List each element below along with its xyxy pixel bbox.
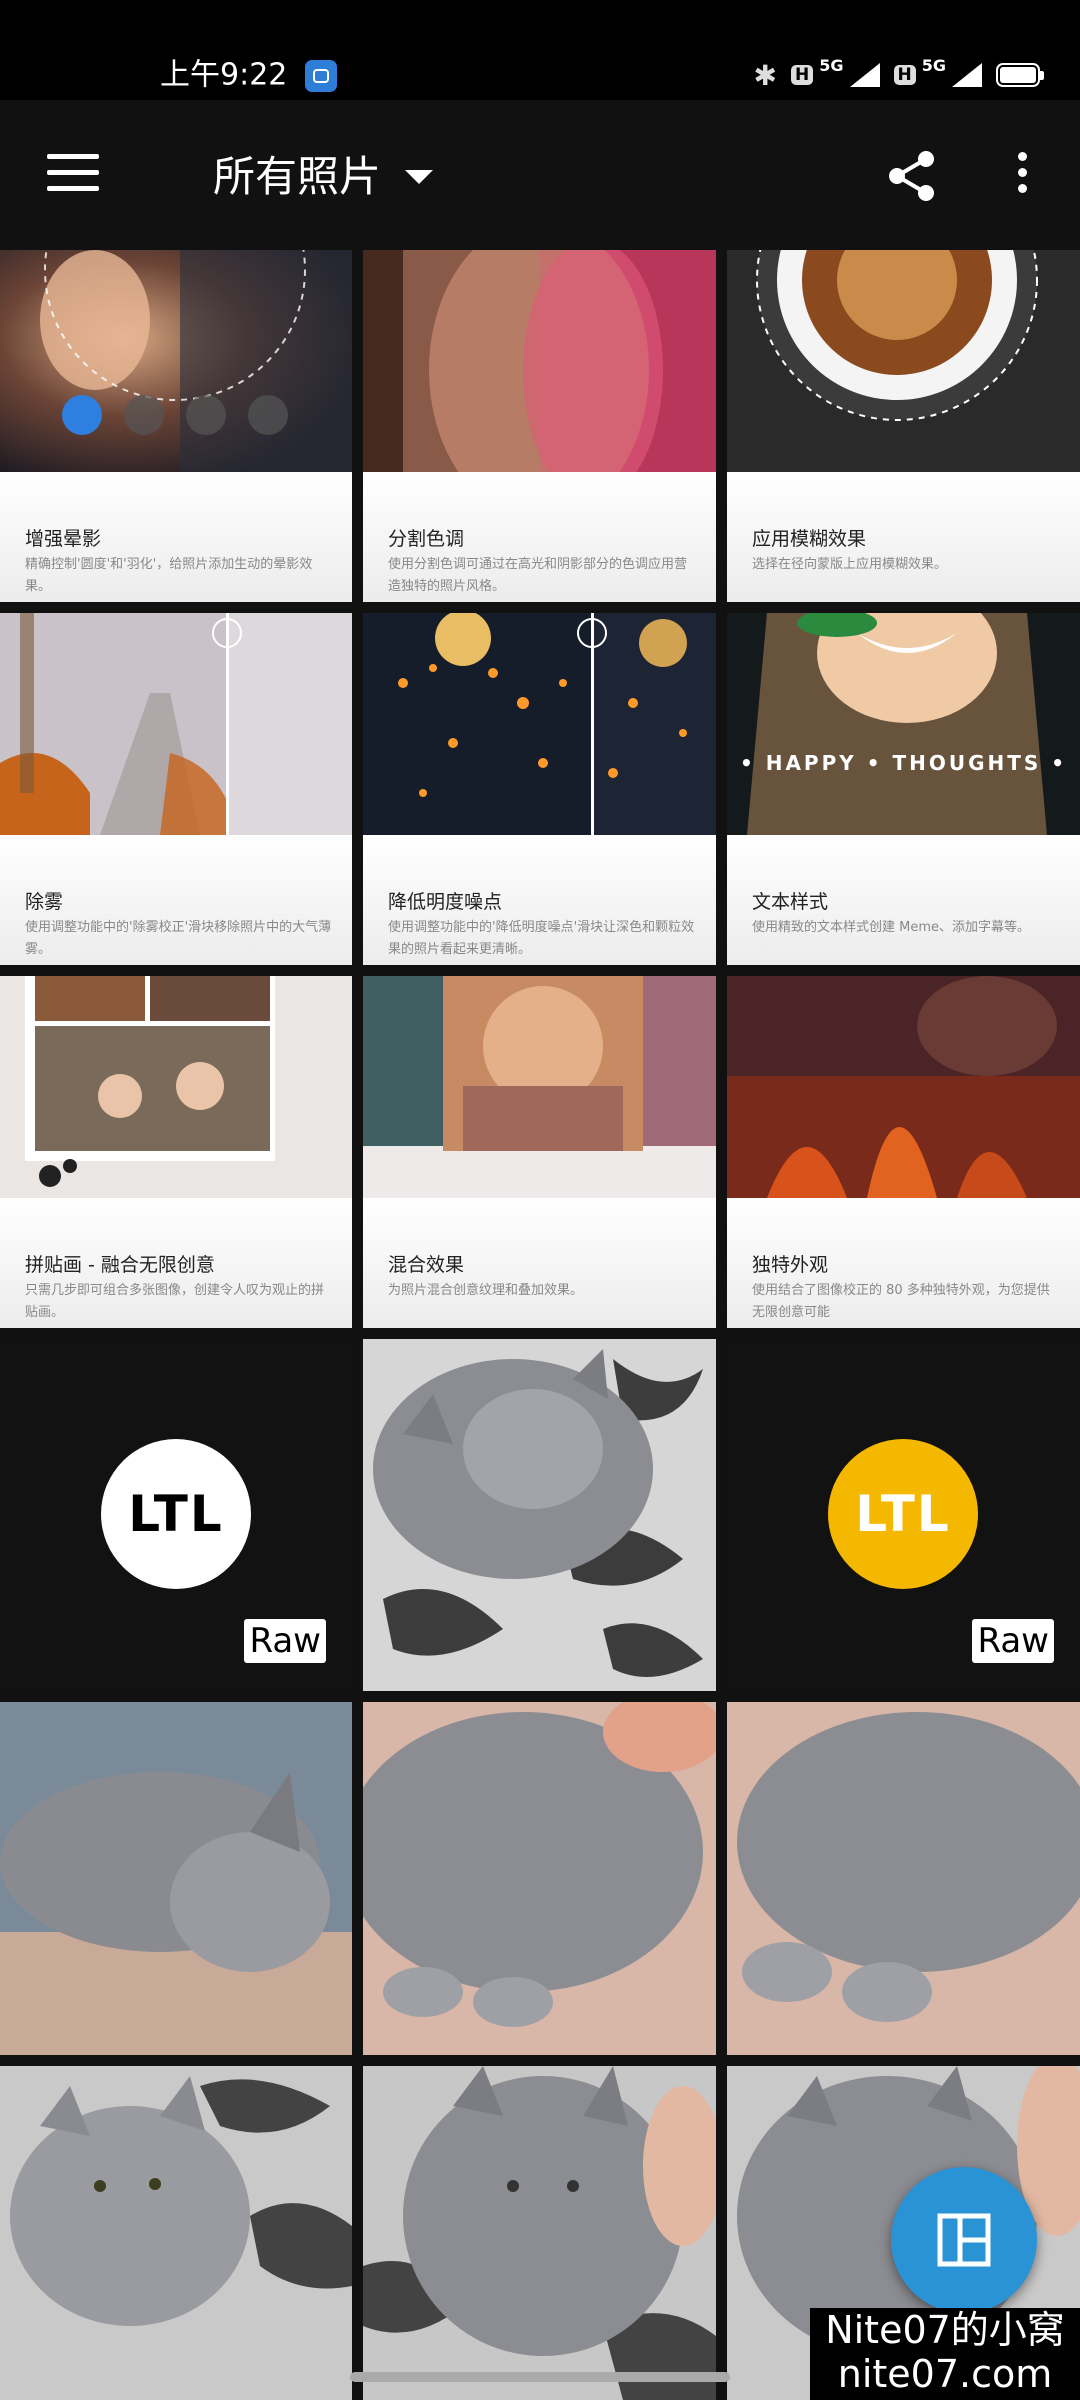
layout-toggle-button[interactable] [891,2167,1037,2313]
bluetooth-icon: ✱ [753,58,777,92]
tile-caption: 除雾 使用调整功能中的'除雾校正'滑块移除照片中的大气薄雾。 [0,835,352,965]
page-title: 所有照片 [213,151,382,201]
ltl-logo: LTL [101,1439,251,1589]
text-style-sample-image [727,613,1080,835]
tile-caption: 分割色调 使用分割色调可通过在高光和阴影部分的色调应用营造独特的照片风格。 [363,472,716,602]
status-bar: 上午9:22 ✱ H 5G H 5G [0,0,1080,100]
ltl-logo: LTL [828,1439,978,1589]
feature-tile-split-tone[interactable]: 分割色调 使用分割色调可通过在高光和阴影部分的色调应用营造独特的照片风格。 [363,250,716,602]
blend-sample-image [363,976,716,1198]
photo-thumbnail[interactable] [0,1702,352,2055]
photo-thumbnail[interactable] [363,1339,716,1691]
album-selector[interactable]: 所有照片 [213,138,434,208]
cat-photo [0,1702,352,2055]
cat-photo [363,1339,716,1691]
tile-caption: 独特外观 使用结合了图像校正的 80 多种独特外观，为您提供无限创意可能 [727,1198,1080,1328]
dehaze-sample-image [0,613,352,835]
looks-sample-image [727,976,1080,1198]
cat-photo [0,2066,352,2400]
raw-badge: Raw [244,1619,326,1663]
caret-down-icon [405,170,434,184]
feature-tile-blur[interactable]: 应用模糊效果 选择在径向蒙版上应用模糊效果。 [727,250,1080,602]
home-indicator[interactable] [350,2372,730,2382]
vignette-sample-image [0,250,352,472]
watermark: Nite07的小窝 nite07.com [810,2308,1080,2400]
tile-caption: 文本样式 使用精致的文本样式创建 Meme、添加字幕等。 [727,835,1080,965]
signal-indicator-1: H 5G [791,56,880,87]
signal-bars-icon [849,63,880,87]
tile-caption: 降低明度噪点 使用调整功能中的'降低明度噪点'滑块让深色和颗粒效果的照片看起来更… [363,835,716,965]
collage-sample-image [0,976,352,1198]
tile-caption: 增强晕影 精确控制'圆度'和'羽化'，给照片添加生动的晕影效果。 [0,472,352,602]
photo-thumbnail[interactable] [0,2066,352,2400]
signal-bars-icon [952,63,982,87]
raw-photo-tile[interactable]: LTL Raw [0,1339,352,1691]
feature-tile-unique-looks[interactable]: 独特外观 使用结合了图像校正的 80 多种独特外观，为您提供无限创意可能 [727,976,1080,1328]
feature-tile-dehaze[interactable]: 除雾 使用调整功能中的'除雾校正'滑块移除照片中的大气薄雾。 [0,613,352,965]
grid-layout-icon [937,2213,991,2267]
more-vertical-icon[interactable] [1000,146,1044,206]
raw-badge: Raw [972,1619,1054,1663]
feature-tile-blend[interactable]: 混合效果 为照片混合创意纹理和叠加效果。 [363,976,716,1328]
tile-caption: 混合效果 为照片混合创意纹理和叠加效果。 [363,1198,716,1328]
feature-tile-text-style[interactable]: • HAPPY • THOUGHTS • 文本样式 使用精致的文本样式创建 Me… [727,613,1080,965]
tile-caption: 应用模糊效果 选择在径向蒙版上应用模糊效果。 [727,472,1080,602]
feature-tile-vignette[interactable]: 增强晕影 精确控制'圆度'和'羽化'，给照片添加生动的晕影效果。 [0,250,352,602]
app-bar: 所有照片 [0,100,1080,250]
hamburger-menu-icon[interactable] [40,145,106,211]
battery-icon [996,63,1044,87]
noise-reduction-sample-image [363,613,716,835]
photo-thumbnail[interactable] [727,1702,1080,2055]
overlay-sample-text: • HAPPY • THOUGHTS • [739,751,1068,775]
cat-photo [363,2066,716,2400]
cat-photo [363,1702,716,2055]
share-icon[interactable] [882,146,942,206]
photo-thumbnail[interactable] [363,1702,716,2055]
split-tone-sample-image [363,250,716,472]
notification-app-icon [304,59,337,92]
status-indicators: ✱ H 5G H 5G [753,50,1044,100]
signal-indicator-2: H 5G [893,56,982,87]
raw-photo-tile[interactable]: LTL Raw [727,1339,1080,1691]
blur-sample-image [727,250,1080,472]
status-time: 上午9:22 [160,50,337,101]
feature-tile-luminance-noise[interactable]: 降低明度噪点 使用调整功能中的'降低明度噪点'滑块让深色和颗粒效果的照片看起来更… [363,613,716,965]
photo-thumbnail[interactable] [363,2066,716,2400]
feature-tile-collage[interactable]: 拼贴画 - 融合无限创意 只需几步即可组合多张图像，创建令人叹为观止的拼贴画。 [0,976,352,1328]
tile-caption: 拼贴画 - 融合无限创意 只需几步即可组合多张图像，创建令人叹为观止的拼贴画。 [0,1198,352,1328]
cat-photo [727,1702,1080,2055]
